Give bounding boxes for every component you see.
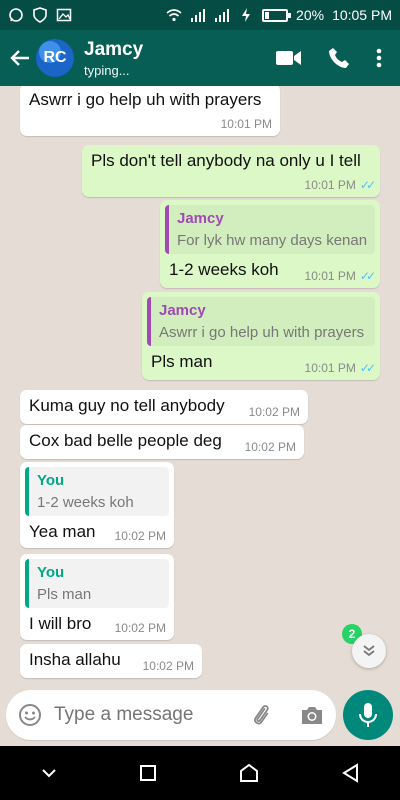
recent-apps-icon[interactable] [139, 764, 157, 782]
message-input[interactable] [54, 704, 234, 726]
battery-percent: 20% [296, 7, 325, 23]
quoted-message[interactable]: You Pls man [25, 559, 169, 608]
message-time: 10:01 PM [304, 269, 356, 283]
message-time: 10:01 PM [304, 361, 356, 375]
battery-level [265, 11, 270, 19]
home-icon[interactable] [239, 763, 259, 783]
read-ticks-icon: ✓✓ [359, 361, 376, 375]
scroll-to-bottom-button[interactable] [352, 634, 386, 668]
phone-icon[interactable] [328, 47, 350, 69]
message-outgoing-reply[interactable]: Jamcy Aswrr i go help uh with prayers Pl… [142, 292, 380, 380]
message-text: Aswrr i go help uh with prayers [29, 90, 262, 109]
read-ticks-icon: ✓✓ [359, 178, 376, 192]
microphone-icon [359, 703, 377, 727]
image-icon [56, 8, 72, 22]
back-nav-icon[interactable] [341, 763, 359, 783]
message-incoming-reply[interactable]: You Pls man I will bro 10:02 PM [20, 554, 174, 640]
message-incoming[interactable]: Kuma guy no tell anybody 10:02 PM [20, 390, 308, 424]
shield-icon [33, 7, 47, 23]
quoted-author: Jamcy [177, 210, 224, 227]
contact-info[interactable]: Jamcy typing... [84, 39, 143, 78]
quoted-author: You [37, 472, 65, 489]
attach-icon[interactable] [250, 703, 274, 727]
voice-record-button[interactable] [343, 690, 393, 740]
message-incoming[interactable]: Aswrr i go help uh with prayers 10:01 PM [20, 86, 280, 136]
message-time: 10:01 PM [220, 117, 272, 131]
system-navigation-bar [0, 746, 400, 800]
battery-icon [262, 8, 292, 22]
avatar-text: RC [43, 49, 67, 66]
read-ticks-icon: ✓✓ [359, 269, 376, 283]
contact-name: Jamcy [84, 38, 144, 60]
wifi-icon [166, 9, 182, 22]
message-time: 10:02 PM [114, 529, 166, 543]
quoted-text: Pls man [37, 586, 92, 603]
video-call-icon[interactable] [276, 49, 302, 67]
message-outgoing-reply[interactable]: Jamcy For lyk hw many days kenan 1-2 wee… [160, 200, 380, 288]
message-time: 10:02 PM [114, 621, 166, 635]
message-text: Pls don't tell anybody na only u I tell [91, 151, 361, 170]
message-time: 10:01 PM [304, 178, 356, 192]
quoted-message[interactable]: Jamcy Aswrr i go help uh with prayers [147, 297, 375, 346]
quoted-message[interactable]: You 1-2 weeks koh [25, 467, 169, 516]
chat-area[interactable]: Aswrr i go help uh with prayers 10:01 PM… [0, 86, 400, 686]
quoted-text: For lyk hw many days kenan [177, 232, 368, 249]
avatar[interactable]: RC [36, 39, 74, 77]
more-options-icon[interactable] [376, 48, 382, 68]
charging-icon [242, 8, 251, 22]
message-outgoing[interactable]: Pls don't tell anybody na only u I tell … [82, 145, 380, 197]
message-time: 10:02 PM [248, 405, 300, 419]
message-incoming[interactable]: Cox bad belle people deg 10:02 PM [20, 425, 304, 459]
arrow-left-icon[interactable] [8, 46, 32, 70]
message-time: 10:02 PM [142, 659, 194, 673]
quoted-author: Jamcy [159, 302, 206, 319]
quoted-message[interactable]: Jamcy For lyk hw many days kenan [165, 205, 375, 254]
quoted-text: Aswrr i go help uh with prayers [159, 324, 365, 341]
quoted-text: 1-2 weeks koh [37, 494, 134, 511]
message-incoming-reply[interactable]: You 1-2 weeks koh Yea man 10:02 PM [20, 462, 174, 548]
message-incoming[interactable]: Insha allahu 10:02 PM [20, 644, 202, 678]
message-time: 10:02 PM [244, 440, 296, 454]
whatsapp-notification-icon [9, 8, 23, 22]
emoji-icon[interactable] [18, 703, 42, 727]
signal-icon [191, 9, 206, 22]
chat-header: RC Jamcy typing... [0, 30, 400, 86]
status-bar: 20% 10:05 PM [0, 0, 400, 30]
chevron-down-icon[interactable] [41, 767, 57, 779]
double-chevron-down-icon [363, 645, 375, 657]
quoted-author: You [37, 564, 65, 581]
camera-icon[interactable] [300, 704, 324, 726]
signal-icon-2 [215, 9, 230, 22]
clock: 10:05 PM [332, 7, 392, 23]
message-composer [6, 690, 336, 740]
contact-status: typing... [84, 62, 130, 78]
